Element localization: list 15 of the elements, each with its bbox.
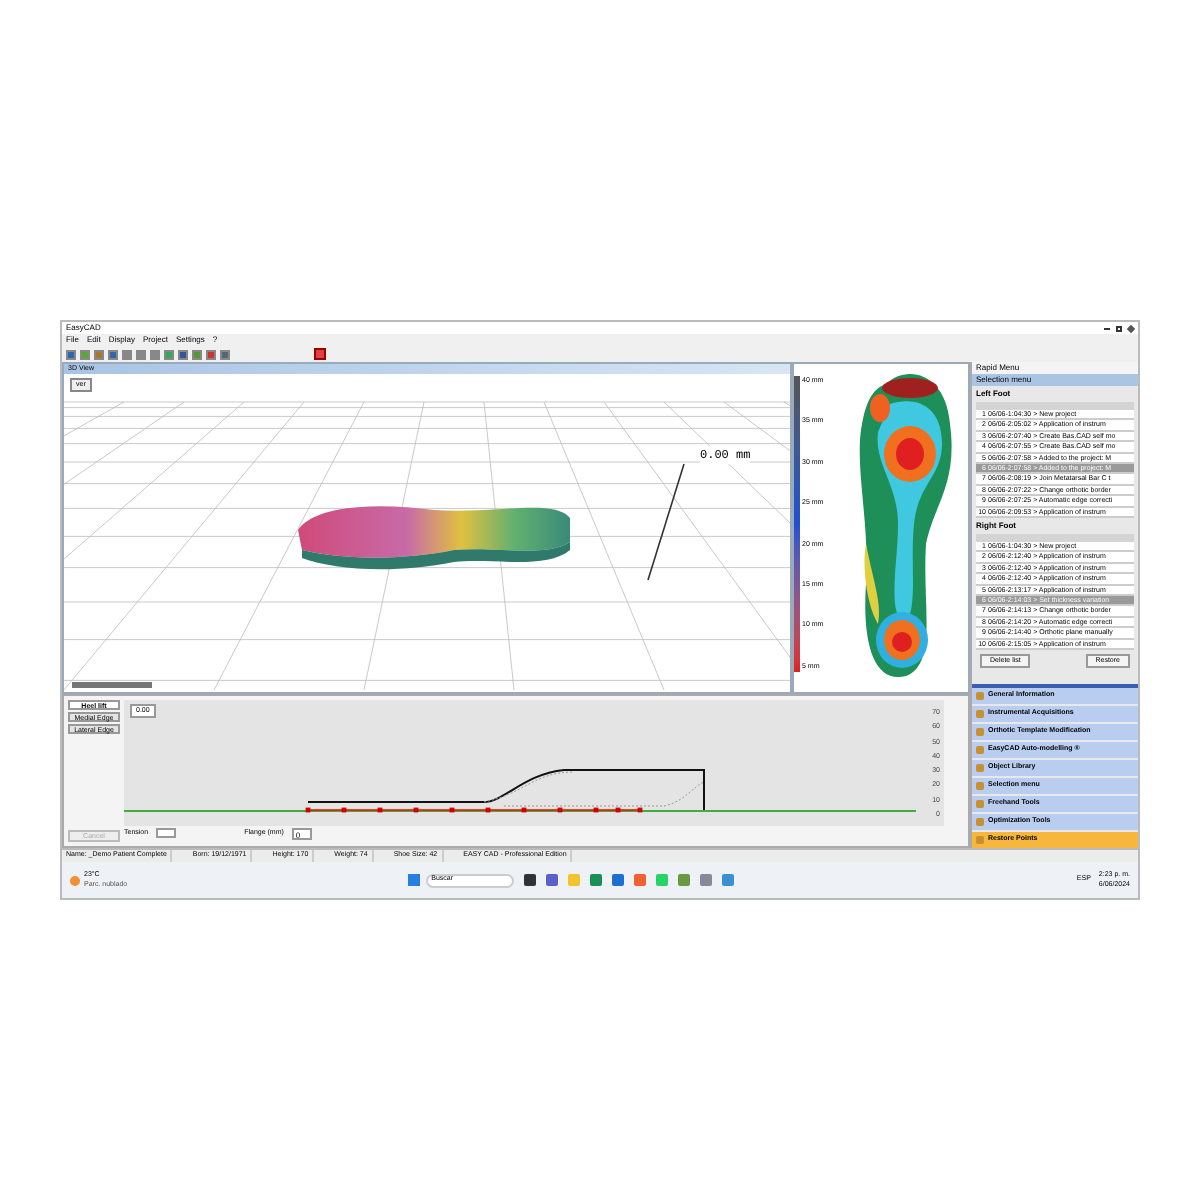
close-project-icon[interactable] bbox=[314, 348, 326, 360]
section-icon bbox=[976, 764, 984, 772]
maximize-icon[interactable] bbox=[1116, 325, 1122, 331]
weather-icon bbox=[70, 875, 80, 885]
tension-field[interactable] bbox=[156, 828, 177, 838]
section-icon bbox=[976, 692, 984, 700]
section-icon bbox=[976, 782, 984, 790]
section-icon bbox=[976, 728, 984, 736]
section-icon bbox=[976, 746, 984, 754]
section-icon bbox=[976, 836, 984, 844]
section-icon bbox=[976, 818, 984, 826]
section-icon bbox=[976, 710, 984, 718]
start-icon[interactable] bbox=[407, 874, 420, 886]
measure-line bbox=[644, 462, 688, 582]
section-icon bbox=[976, 800, 984, 808]
